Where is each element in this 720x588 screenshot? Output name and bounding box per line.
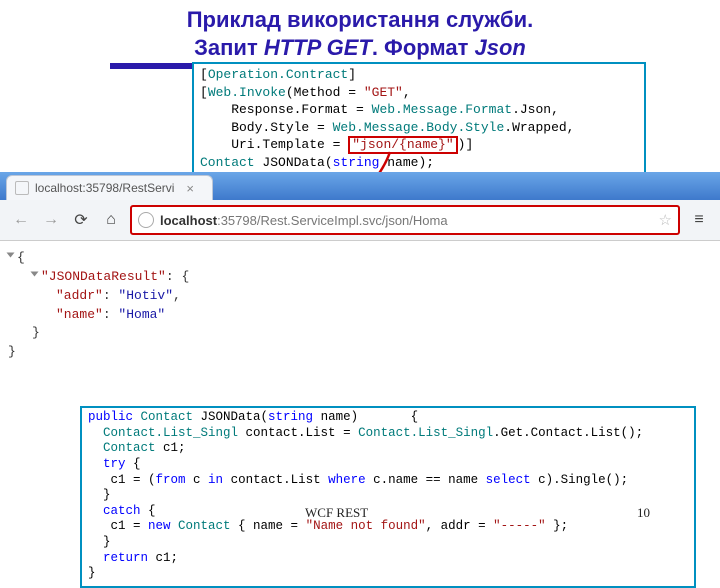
close-tab-icon[interactable]: × <box>186 181 194 196</box>
home-button[interactable]: ⌂ <box>100 209 122 231</box>
home-icon: ⌂ <box>106 211 116 229</box>
browser-window: localhost:35798/RestServi × ← → ⟳ ⌂ loca… <box>0 172 720 374</box>
code-impl-box: public Contact JSONData(string name) { C… <box>80 406 696 588</box>
browser-tabbar: localhost:35798/RestServi × <box>0 172 720 200</box>
title-json: Json <box>475 35 526 60</box>
footer-label: WCF REST <box>305 505 368 521</box>
menu-button[interactable]: ≡ <box>688 209 710 231</box>
favicon-icon <box>15 181 29 195</box>
url-host: localhost <box>160 213 217 228</box>
tab-label: localhost:35798/RestServi <box>35 181 174 195</box>
menu-icon: ≡ <box>694 211 703 229</box>
back-button[interactable]: ← <box>10 209 32 231</box>
browser-tab[interactable]: localhost:35798/RestServi × <box>6 175 213 200</box>
back-icon: ← <box>13 211 29 229</box>
browser-content: { "JSONDataResult": { "addr": "Hotiv", "… <box>0 241 720 374</box>
bookmark-icon[interactable]: ☆ <box>659 211 672 229</box>
reload-icon: ⟳ <box>74 210 87 230</box>
slide-title: Приклад використання служби. Запит HTTP … <box>0 0 720 63</box>
json-root-key: "JSONDataResult" <box>41 269 166 284</box>
json-open: { <box>17 250 25 265</box>
title-line2-c: . Формат <box>372 35 475 60</box>
title-http-get: HTTP GET <box>264 35 372 60</box>
globe-icon <box>138 212 154 228</box>
title-line2-a: Запит <box>194 35 264 60</box>
code-contract-box: [Operation.Contract] [Web.Invoke(Method … <box>192 62 646 178</box>
json-close: } <box>8 344 16 359</box>
json-name-key: "name" <box>56 307 103 322</box>
disclosure-triangle-icon[interactable] <box>31 271 39 276</box>
forward-icon: → <box>43 211 59 229</box>
address-bar[interactable]: localhost:35798/Rest.ServiceImpl.svc/jso… <box>130 205 680 235</box>
page-number: 10 <box>637 505 650 521</box>
browser-toolbar: ← → ⟳ ⌂ localhost:35798/Rest.ServiceImpl… <box>0 200 720 241</box>
reload-button[interactable]: ⟳ <box>70 209 92 231</box>
title-line1: Приклад використання служби. <box>187 7 534 32</box>
forward-button[interactable]: → <box>40 209 62 231</box>
json-name-value: "Homa" <box>118 307 165 322</box>
json-addr-key: "addr" <box>56 288 103 303</box>
disclosure-triangle-icon[interactable] <box>7 253 15 258</box>
url-path: :35798/Rest.ServiceImpl.svc/json/Homa <box>217 213 447 228</box>
uri-template-highlight: "json/{name}" <box>348 136 457 154</box>
json-addr-value: "Hotiv" <box>118 288 173 303</box>
